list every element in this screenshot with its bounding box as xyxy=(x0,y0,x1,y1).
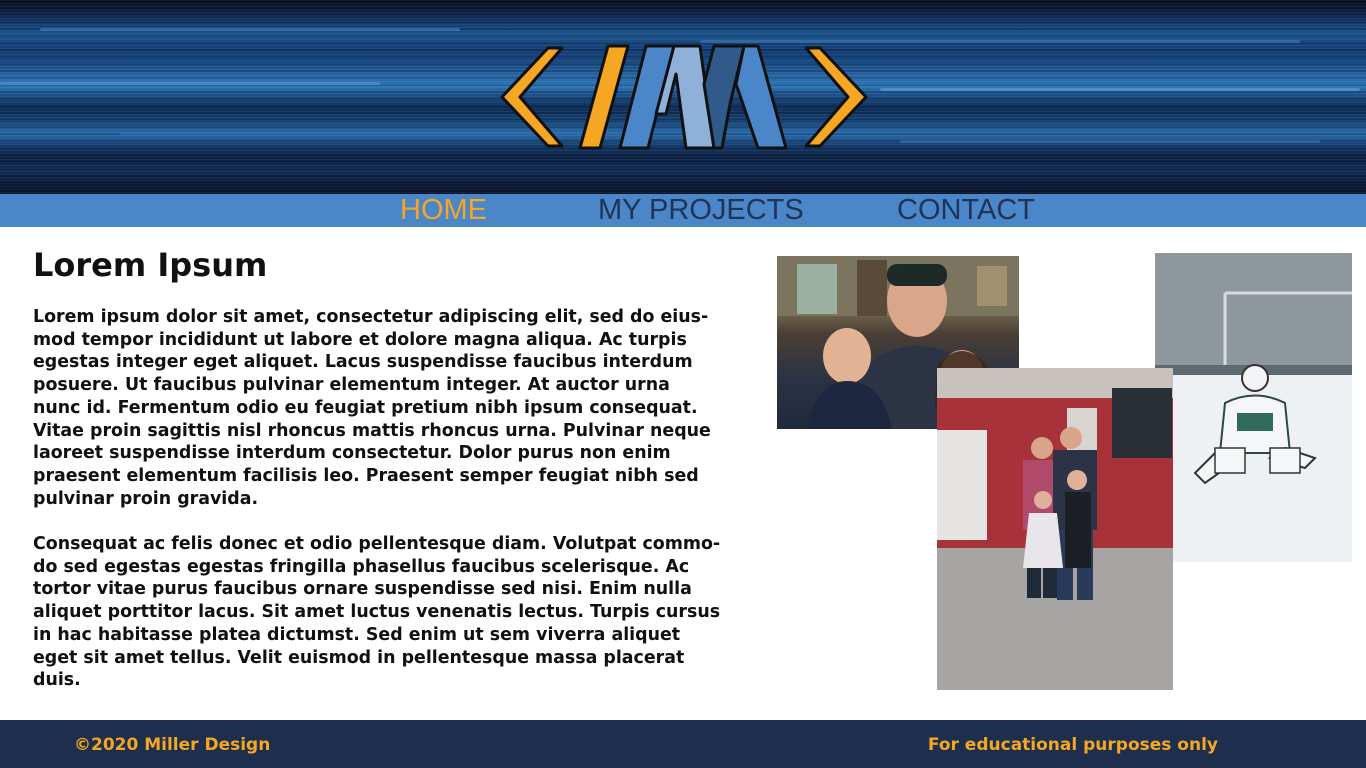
nav-contact-link[interactable]: CONTACT xyxy=(897,194,1035,227)
page-heading: Lorem Ipsum xyxy=(33,246,268,284)
header-banner xyxy=(0,0,1366,194)
body-paragraph: Lorem ipsum dolor sit amet, consectetur … xyxy=(33,307,711,509)
banner-streak xyxy=(40,28,460,31)
body-paragraph: Consequat ac felis donec et odio pellent… xyxy=(33,534,721,691)
fire-truck-family-photo-icon xyxy=(937,368,1173,690)
banner-streak xyxy=(700,40,1300,43)
page-footer: ©2020 Miller Design For educational purp… xyxy=(0,720,1366,768)
banner-streak xyxy=(0,82,380,85)
footer-copyright: ©2020 Miller Design xyxy=(74,735,271,755)
nav-my-projects-link[interactable]: MY PROJECTS xyxy=(598,194,804,227)
nav-home-link[interactable]: HOME xyxy=(400,194,487,227)
footer-disclaimer: For educational purposes only xyxy=(927,735,1218,755)
banner-streak xyxy=(900,140,1320,143)
main-nav: HOME MY PROJECTS CONTACT xyxy=(0,194,1366,227)
banner-streak xyxy=(880,88,1360,91)
hockey-goalie-photo-icon xyxy=(1155,253,1352,562)
miller-design-logo-icon[interactable] xyxy=(500,44,868,150)
